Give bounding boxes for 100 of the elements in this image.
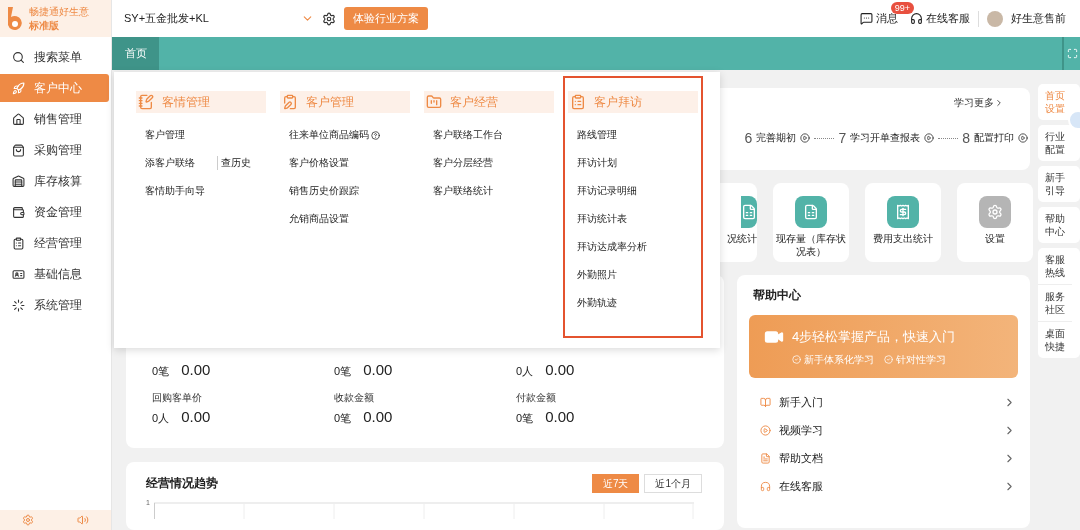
sidebar-item[interactable]: 库存核算 [0,167,109,195]
help-link[interactable]: 新手入门 [749,388,1018,416]
sidebar-item[interactable]: 销售管理 [0,105,109,133]
rocket-icon [12,81,25,95]
book-icon [760,396,771,408]
messages-link[interactable]: 消息 [860,11,898,26]
menu-link[interactable]: 客户联络统计 [433,184,493,198]
step-label: 完善期初 [756,131,797,145]
tab[interactable]: 首页 [112,37,159,70]
step-number: 6 [744,130,753,146]
card-title: 帮助中心 [752,287,802,304]
search-icon [12,50,25,64]
edition-label: 标准版 [29,18,60,33]
gear-icon [979,196,1011,228]
sidebar-item[interactable]: 经营管理 [0,229,109,257]
stat-amount: 0.00 [181,361,211,378]
settings-icon[interactable] [322,11,336,26]
help-link[interactable]: 视频学习 [749,416,1018,444]
learn-more-link[interactable]: 学习更多 [954,96,1004,110]
tile-label: 现存量（库存状况表） [775,233,847,258]
id-card-icon [12,267,25,281]
menu-link[interactable]: 客户联络工作台 [433,128,503,142]
account-select[interactable]: SY+五金批发+KL [124,11,314,26]
step-number: 8 [962,130,970,146]
menu-link[interactable]: 拜访计划 [577,156,617,170]
shortcut-tile[interactable]: 现存量（库存状况表） [773,183,849,262]
stat-count: 0笔 [516,411,534,426]
banner-title: 4步轻松掌握产品，快速入门 [792,327,956,346]
rail-item[interactable]: 客服热线 [1038,248,1072,284]
rail-item[interactable]: 桌面快捷 [1038,321,1072,358]
group-title: 客情管理 [162,93,210,111]
headset-icon [760,480,771,492]
stat-count: 0人 [152,411,170,426]
shortcut-tile[interactable]: 设置 [957,183,1033,262]
group-title: 客户管理 [306,93,354,111]
menu-link[interactable]: 客户分层经营 [433,156,493,170]
stat-label: 付款金额 [516,391,557,405]
warehouse-icon [12,174,25,188]
stat-count: 0笔 [334,364,352,379]
menu-link[interactable]: 客情助手向导 [145,184,205,198]
menu-link[interactable]: 查历史 [217,156,251,170]
play-icon [760,424,771,436]
menu-link[interactable]: 添客户联络 [145,156,195,170]
stat-count: 0笔 [152,364,170,379]
check-circle-icon [792,355,801,364]
stat-count: 0人 [516,364,534,379]
step-label: 学习开单查报表 [850,131,921,145]
check-circle-icon [884,355,893,364]
menu-link[interactable]: 销售历史价跟踪 [289,184,359,198]
tile-label: 费用支出统计 [873,233,933,246]
menu-link[interactable]: 拜访达成率分析 [577,240,647,254]
stat-amount: 0.00 [363,361,393,378]
menu-link[interactable]: 允销商品设置 [289,212,349,226]
support-link[interactable]: 在线客服 [910,11,970,26]
menu-link[interactable]: 拜访记录明细 [577,184,637,198]
help-link[interactable]: 帮助文档 [749,444,1018,472]
banner-tag: 针对性学习 [896,352,946,367]
step-number: 7 [838,130,847,146]
range-button[interactable]: 近1个月 [644,474,702,493]
play-icon[interactable] [800,133,811,143]
menu-link[interactable]: 路线管理 [577,128,617,142]
menu-link[interactable]: 客户管理 [145,128,185,142]
menu-link[interactable]: 拜访统计表 [577,212,627,226]
menu-link[interactable]: 外勤照片 [577,268,617,282]
help-link[interactable]: 在线客服 [749,472,1018,500]
headset-icon [910,12,923,25]
user-name[interactable]: 好生意售前 [1011,11,1066,26]
banner-tag: 新手体系化学习 [804,352,874,367]
chat-icon [860,12,873,25]
clipboard-icon [12,236,25,250]
group-title: 客户拜访 [594,93,642,111]
sidebar-item[interactable]: 采购管理 [0,136,109,164]
wallet-icon [12,205,25,219]
play-icon[interactable] [924,133,935,143]
play-icon[interactable] [1018,133,1028,143]
count-badge: 99+ [890,2,914,14]
sidebar-item[interactable]: 搜索菜单 [0,43,109,71]
help-icon[interactable] [371,130,380,140]
menu-link[interactable]: 往来单位商品编码 [289,128,369,142]
brand-name: 畅捷通好生意 [29,4,89,19]
menu-link[interactable]: 外勤轨迹 [577,296,617,310]
shortcut-tile[interactable]: 费用支出统计 [865,183,941,262]
rail-item[interactable]: 服务社区 [1038,284,1072,321]
sidebar-item[interactable]: 系统管理 [0,291,109,319]
stat-label: 收款金额 [334,391,375,405]
stat-count: 0笔 [334,411,352,426]
step-label: 配置打印 [974,131,1014,145]
tile-label: 况统计 [727,233,757,246]
sidebar-item[interactable]: 基础信息 [0,260,109,288]
speaker-icon[interactable] [77,514,90,526]
stat-amount: 0.00 [181,408,211,425]
menu-link[interactable]: 客户价格设置 [289,156,349,170]
sidebar-item[interactable]: 资金管理 [0,198,109,226]
shortcut-tile[interactable]: 况统计 [720,183,757,262]
stat-amount: 0.00 [545,361,575,378]
house-icon [12,112,25,126]
stat-amount: 0.00 [545,408,575,425]
chevron-right-icon [994,98,1004,108]
group-title: 客户经营 [450,93,498,111]
bag-icon [12,143,25,157]
